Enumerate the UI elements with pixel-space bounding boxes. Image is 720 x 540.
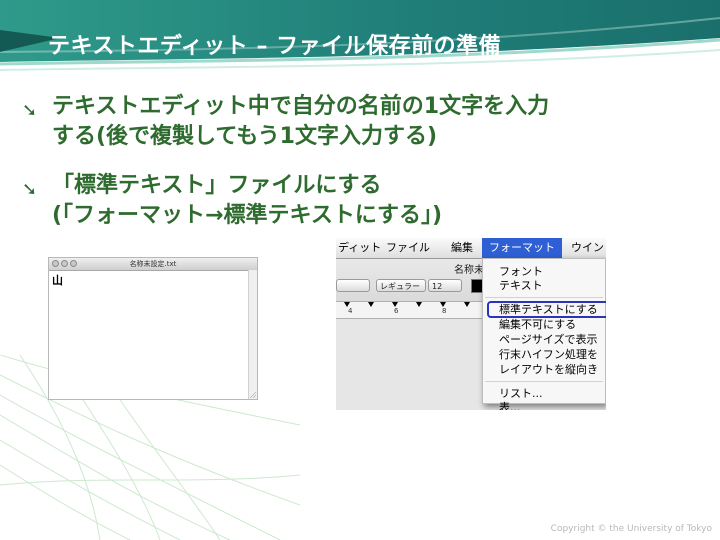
menu-item-vertical-layout[interactable]: レイアウトを縦向き xyxy=(499,363,598,377)
menu-window[interactable]: ウイン xyxy=(571,238,604,258)
format-dropdown-menu: フォント テキスト 標準テキストにする 編集不可にする ページサイズで表示 行末… xyxy=(482,258,606,410)
menu-item-prevent-editing[interactable]: 編集不可にする xyxy=(499,318,576,332)
vertical-scrollbar[interactable] xyxy=(248,270,257,399)
ruler-label: 4 xyxy=(348,307,353,315)
window-titlebar[interactable]: 名称未設定.txt xyxy=(49,258,257,271)
bullet-item-1: ➘ テキストエディット中で自分の名前の1文字を入力 する(後で複製してもう1文字… xyxy=(22,92,712,154)
tab-stop-icon[interactable] xyxy=(368,302,374,307)
menu-item-wrap-to-page[interactable]: ページサイズで表示 xyxy=(499,333,597,347)
menu-separator xyxy=(485,297,603,298)
page-title: テキストエディット – ファイル保存前の準備 xyxy=(48,34,502,59)
menu-edit[interactable]: 編集 xyxy=(451,238,473,258)
copyright-notice: Copyright © the University of Tokyo xyxy=(550,524,712,534)
bullet-line: 「標準テキスト」ファイルにする xyxy=(52,173,382,198)
menu-item-table[interactable]: 表... xyxy=(499,401,521,410)
bullet-line: (「フォーマット→標準テキストにする」) xyxy=(52,203,443,228)
menu-item-font[interactable]: フォント xyxy=(499,265,543,279)
arrow-bullet-icon: ➘ xyxy=(22,179,38,200)
highlight-outline xyxy=(487,301,606,318)
menu-item-hyphenation[interactable]: 行末ハイフン処理を xyxy=(499,348,598,362)
menu-file[interactable]: ファイル xyxy=(386,238,430,258)
menu-format[interactable]: フォーマット xyxy=(482,238,562,258)
slide-header: テキストエディット – ファイル保存前の準備 xyxy=(0,0,720,92)
font-style-popup[interactable]: レギュラー xyxy=(376,279,426,292)
menu-separator xyxy=(485,381,603,382)
textedit-format-menu-screenshot: ディット ファイル 編集 フォーマット ウイン 名称未 レギュラー 12 4 6… xyxy=(336,238,606,410)
menu-bar: ディット ファイル 編集 フォーマット ウイン xyxy=(336,238,606,259)
ruler-label: 6 xyxy=(394,307,399,315)
tab-stop-icon[interactable] xyxy=(416,302,422,307)
menu-app-name[interactable]: ディット xyxy=(338,238,381,258)
bullet-text: テキストエディット中で自分の名前の1文字を入力 する(後で複製してもう1文字入力… xyxy=(52,92,549,152)
menu-item-list[interactable]: リスト... xyxy=(499,387,543,401)
bullet-text: 「標準テキスト」ファイルにする (「フォーマット→標準テキストにする」) xyxy=(52,171,442,231)
bullet-line: テキストエディット中で自分の名前の1文字を入力 xyxy=(52,94,550,119)
arrow-bullet-icon: ➘ xyxy=(22,100,38,121)
textedit-document-window[interactable]: 名称未設定.txt 山 xyxy=(48,257,258,400)
font-family-popup[interactable] xyxy=(336,279,370,292)
document-text-area[interactable]: 山 xyxy=(52,272,63,288)
bullet-item-2: ➘ 「標準テキスト」ファイルにする (「フォーマット→標準テキストにする」) xyxy=(22,171,712,233)
bullet-line: する(後で複製してもう1文字入力する) xyxy=(52,124,437,149)
font-size-popup[interactable]: 12 xyxy=(428,279,462,292)
tab-stop-icon[interactable] xyxy=(464,302,470,307)
menu-item-text[interactable]: テキスト xyxy=(499,279,543,293)
resize-grip-icon[interactable] xyxy=(250,392,256,398)
window-title: 名称未 xyxy=(454,265,484,276)
window-title: 名称未設定.txt xyxy=(129,260,177,268)
ruler-label: 8 xyxy=(442,307,447,315)
